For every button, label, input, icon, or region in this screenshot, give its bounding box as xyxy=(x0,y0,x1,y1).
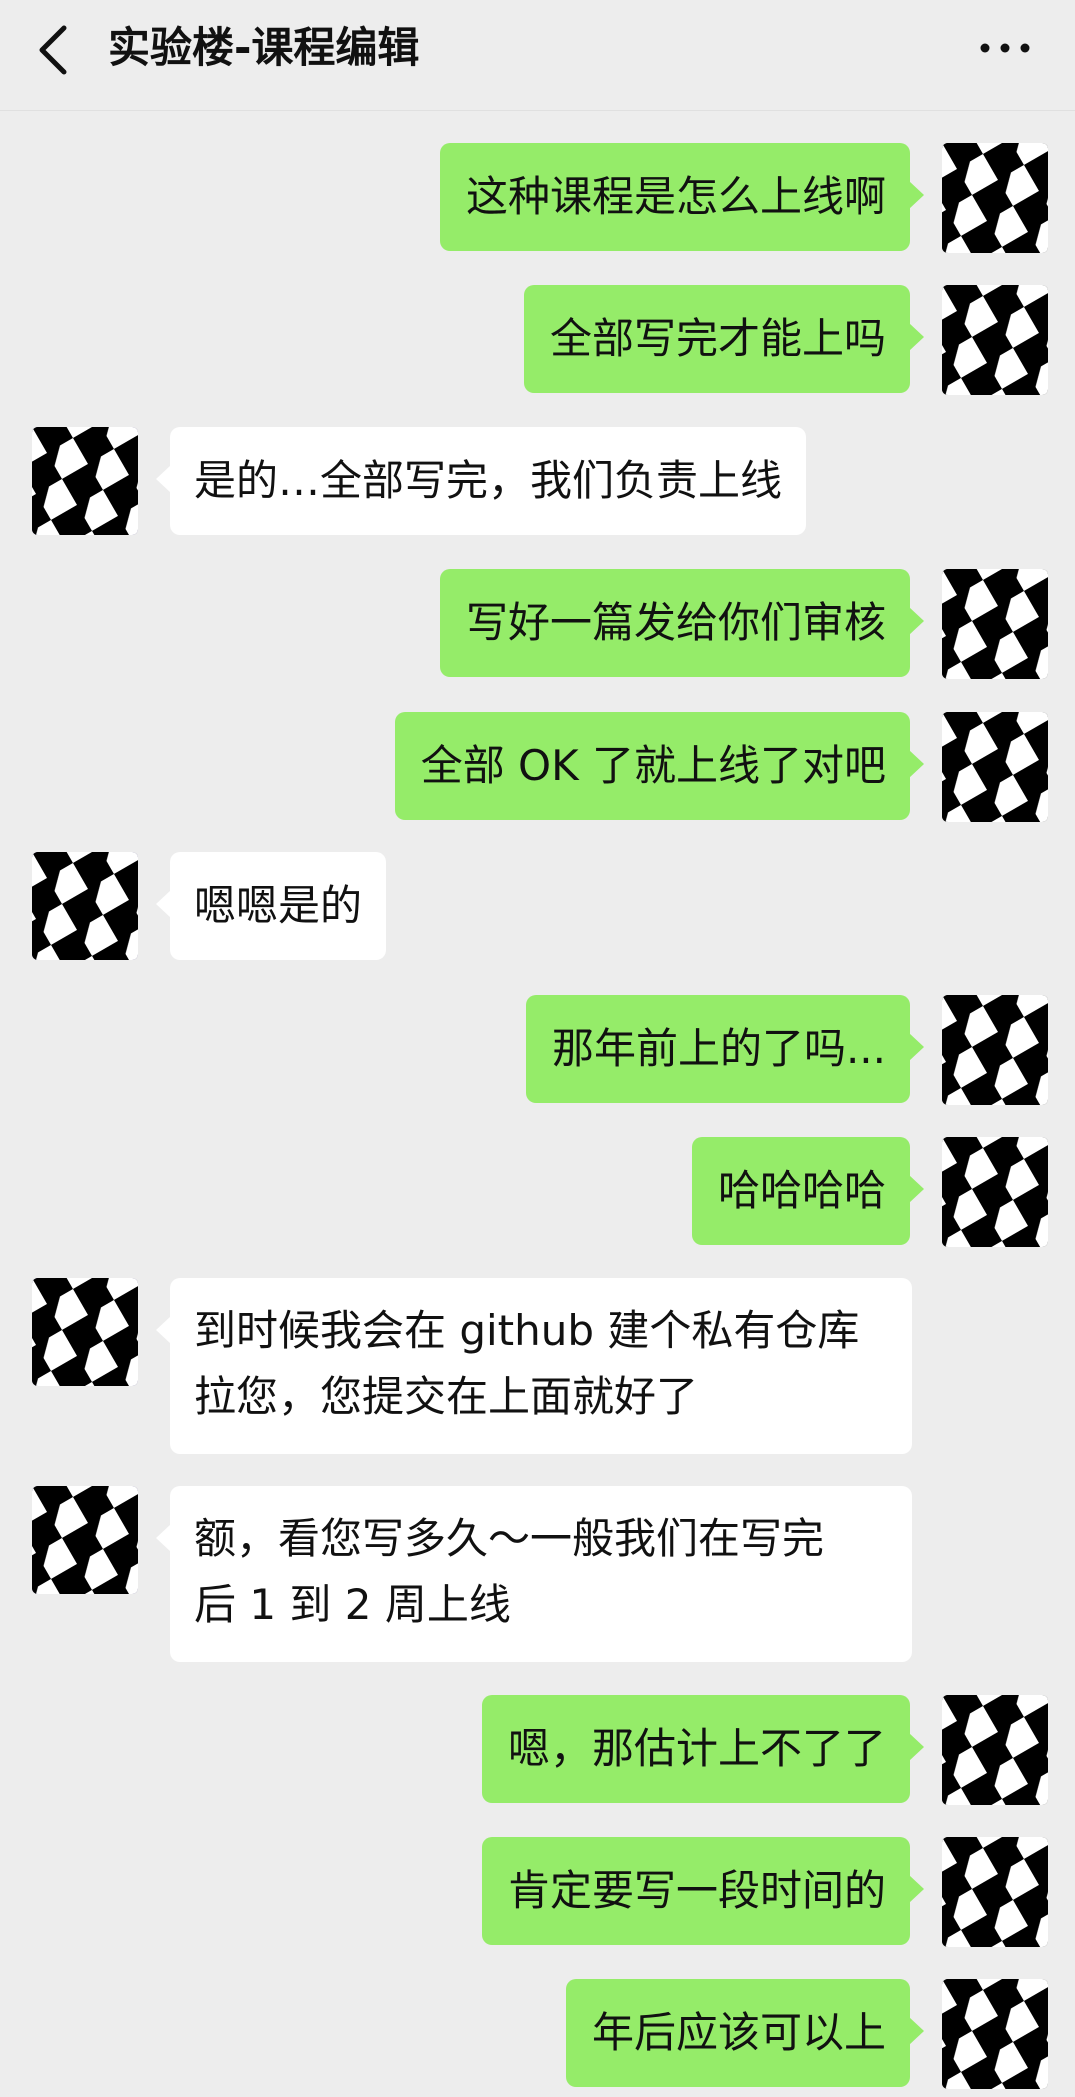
my-avatar[interactable] xyxy=(942,285,1048,395)
obscured-avatar-image xyxy=(942,1837,1048,1947)
message-bubble-sent[interactable]: 那年前上的了吗... xyxy=(525,995,925,1103)
obscured-avatar-image xyxy=(942,143,1048,253)
obscured-avatar-image xyxy=(942,712,1048,822)
more-dots-icon[interactable] xyxy=(975,38,1035,58)
message-bubble-sent[interactable]: 全部 OK 了就上线了对吧 xyxy=(394,712,925,820)
contact-avatar[interactable] xyxy=(32,427,138,535)
chat-header: 实验楼-课程编辑 xyxy=(0,0,1075,111)
message-bubble-received[interactable]: 额，看您写多久～一般我们在写完 后 1 到 2 周上线 xyxy=(156,1486,912,1662)
my-avatar[interactable] xyxy=(942,1695,1048,1805)
obscured-avatar-image xyxy=(32,1278,138,1386)
message-line: 到时候我会在 github 建个私有仓库 xyxy=(194,1306,860,1355)
obscured-avatar-image xyxy=(942,569,1048,679)
my-avatar[interactable] xyxy=(942,1137,1048,1247)
message-bubble-sent[interactable]: 哈哈哈哈 xyxy=(691,1137,925,1245)
contact-avatar[interactable] xyxy=(32,1486,138,1594)
message-bubble-received[interactable]: 嗯嗯是的 xyxy=(155,852,387,960)
chevron-left-icon[interactable] xyxy=(34,22,74,78)
message-bubble-sent[interactable]: 嗯，那估计上不了了 xyxy=(481,1695,925,1803)
my-avatar[interactable] xyxy=(942,712,1048,822)
obscured-avatar-image xyxy=(32,852,138,960)
chat-title: 实验楼-课程编辑 xyxy=(108,23,420,72)
message-bubble-sent[interactable]: 全部写完才能上吗 xyxy=(523,285,925,393)
my-avatar[interactable] xyxy=(942,995,1048,1105)
my-avatar[interactable] xyxy=(942,569,1048,679)
message-line: 额，看您写多久～一般我们在写完 xyxy=(194,1514,825,1563)
contact-avatar[interactable] xyxy=(32,852,138,960)
message-bubble-sent[interactable]: 肯定要写一段时间的 xyxy=(481,1837,925,1945)
my-avatar[interactable] xyxy=(942,143,1048,253)
message-bubble-sent[interactable]: 写好一篇发给你们审核 xyxy=(439,569,925,677)
message-bubble-sent[interactable]: 年后应该可以上 xyxy=(565,1979,925,2087)
my-avatar[interactable] xyxy=(942,1979,1048,2089)
obscured-avatar-image xyxy=(942,1695,1048,1805)
obscured-avatar-image xyxy=(942,995,1048,1105)
obscured-avatar-image xyxy=(942,285,1048,395)
message-bubble-received[interactable]: 到时候我会在 github 建个私有仓库 拉您，您提交在上面就好了 xyxy=(156,1278,912,1454)
obscured-avatar-image xyxy=(32,427,138,535)
obscured-avatar-image xyxy=(942,1137,1048,1247)
obscured-avatar-image xyxy=(942,1979,1048,2089)
my-avatar[interactable] xyxy=(942,1837,1048,1947)
obscured-avatar-image xyxy=(32,1486,138,1594)
message-line: 拉您，您提交在上面就好了 xyxy=(194,1372,699,1421)
contact-avatar[interactable] xyxy=(32,1278,138,1386)
message-bubble-received[interactable]: 是的…全部写完，我们负责上线 xyxy=(155,427,807,535)
message-bubble-sent[interactable]: 这种课程是怎么上线啊 xyxy=(439,143,925,251)
message-line: 后 1 到 2 周上线 xyxy=(194,1580,511,1629)
